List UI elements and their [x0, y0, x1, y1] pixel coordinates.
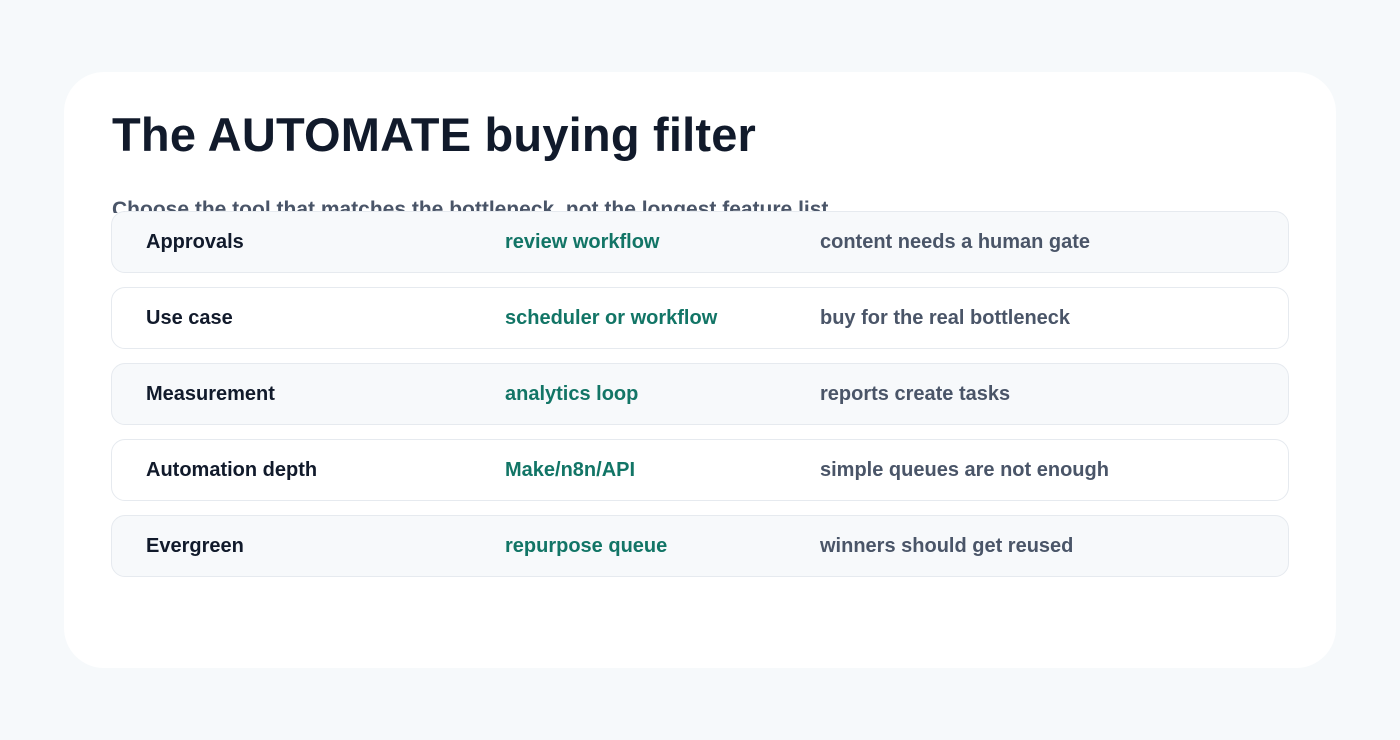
- row-tool: scheduler or workflow: [505, 307, 718, 329]
- table-row: Measurement analytics loop reports creat…: [111, 363, 1289, 425]
- page-title: The AUTOMATE buying filter: [112, 108, 757, 161]
- filter-card: The AUTOMATE buying filter Choose the to…: [64, 72, 1336, 668]
- row-factor: Approvals: [146, 231, 244, 253]
- row-signal: simple queues are not enough: [820, 459, 1109, 481]
- table-row: Automation depth Make/n8n/API simple que…: [111, 439, 1289, 501]
- row-signal: reports create tasks: [820, 383, 1011, 405]
- filter-table: Approvals review workflow content needs …: [111, 211, 1289, 591]
- row-factor: Evergreen: [146, 535, 244, 557]
- table-row: Evergreen repurpose queue winners should…: [111, 515, 1289, 577]
- row-factor: Use case: [146, 307, 233, 329]
- row-tool: analytics loop: [505, 383, 639, 405]
- row-signal: content needs a human gate: [820, 231, 1091, 253]
- table-row: Approvals review workflow content needs …: [111, 211, 1289, 273]
- row-signal: buy for the real bottleneck: [820, 307, 1071, 329]
- row-factor: Automation depth: [146, 459, 318, 481]
- row-signal: winners should get reused: [820, 535, 1074, 557]
- table-row: Use case scheduler or workflow buy for t…: [111, 287, 1289, 349]
- row-factor: Measurement: [146, 383, 275, 405]
- row-tool: repurpose queue: [505, 535, 668, 557]
- row-tool: review workflow: [505, 231, 660, 253]
- row-tool: Make/n8n/API: [505, 459, 636, 481]
